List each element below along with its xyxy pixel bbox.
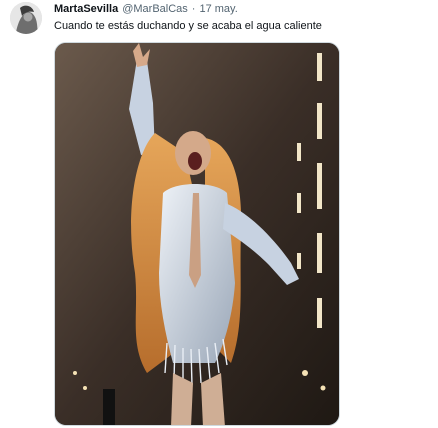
photo-icon <box>55 43 339 425</box>
user-avatar-icon[interactable] <box>10 2 42 34</box>
tweet-header: MartaSevilla @MarBalCas · 17 may. <box>54 3 426 19</box>
tweet[interactable]: MartaSevilla @MarBalCas · 17 may. Cuando… <box>0 0 438 428</box>
tweet-date[interactable]: 17 may. <box>199 3 237 15</box>
tweet-media-photo[interactable] <box>54 42 340 426</box>
tweet-text: Cuando te estás duchando y se acaba el a… <box>54 20 322 32</box>
separator-dot: · <box>191 3 196 15</box>
display-name[interactable]: MartaSevilla <box>54 3 118 15</box>
user-handle[interactable]: @MarBalCas <box>122 3 188 15</box>
